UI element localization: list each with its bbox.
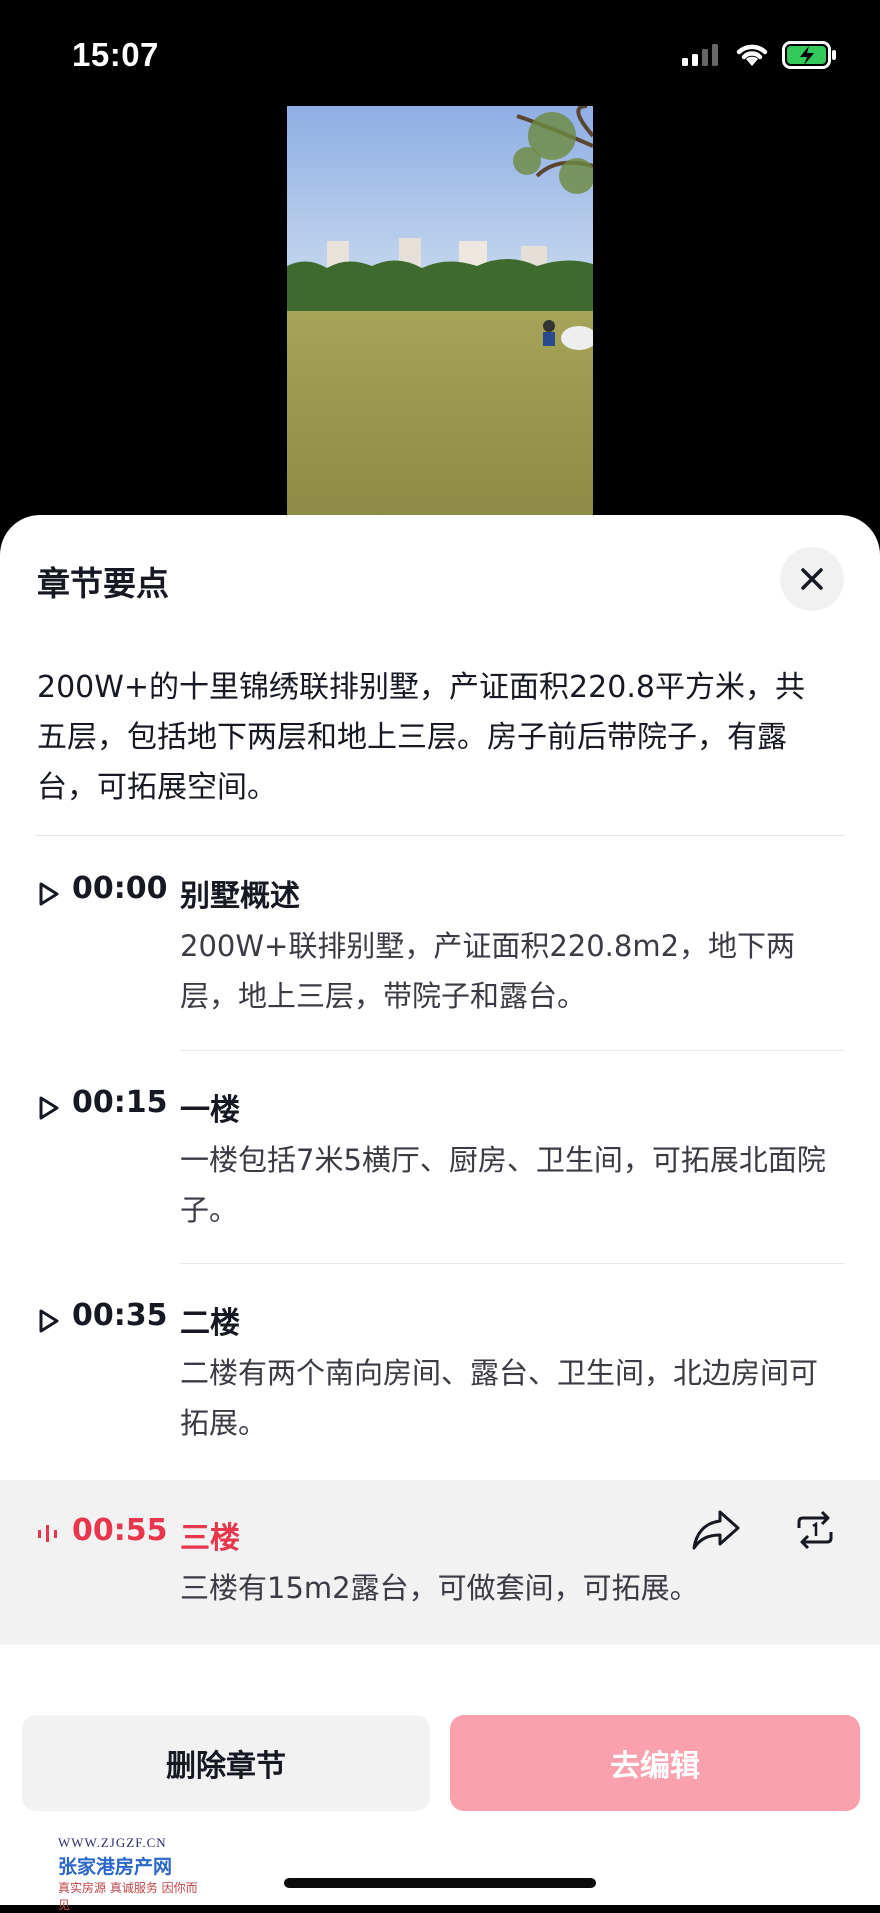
chapter-time[interactable]: 00:35 <box>72 1298 168 1333</box>
chapter-title: 二楼 <box>180 1306 240 1341</box>
watermark-slogan: 真实房源 真诚服务 因你而见 <box>58 1881 198 1912</box>
chapter-time[interactable]: 00:00 <box>72 871 168 906</box>
replay-loop-icon[interactable] <box>793 1508 837 1552</box>
cellular-signal-icon <box>682 44 718 66</box>
divider <box>180 1263 845 1264</box>
watermark-logo: WWW.ZJGZF.CN 张家港房产网 真实房源 真诚服务 因你而见 <box>58 1835 208 1913</box>
chapter-title: 三楼 <box>180 1521 240 1556</box>
chapter-title: 别墅概述 <box>180 879 300 914</box>
chapter-description: 一楼包括7米5横厅、厨房、卫生间，可拓展北面院子。 <box>180 1143 826 1227</box>
wifi-icon <box>736 44 768 66</box>
chapter-time[interactable]: 00:15 <box>72 1085 168 1120</box>
watermark-url: WWW.ZJGZF.CN <box>58 1835 167 1850</box>
battery-charging-icon <box>782 41 836 69</box>
play-icon <box>39 882 59 906</box>
chapter-title: 一楼 <box>180 1093 240 1128</box>
watermark-brand: 张家港房产网 <box>58 1856 173 1878</box>
chapter-description: 三楼有15m2露台，可做套间，可拓展。 <box>180 1571 699 1605</box>
close-button[interactable] <box>780 547 844 611</box>
home-indicator[interactable] <box>284 1878 596 1888</box>
chapter-description: 200W+联排别墅，产证面积220.8m2，地下两层，地上三层，带院子和露台。 <box>180 929 796 1013</box>
chapter-summary: 200W+的十里锦绣联排别墅，产证面积220.8平方米，共五层，包括地下两层和地… <box>37 670 805 805</box>
close-icon <box>801 568 823 590</box>
play-icon <box>39 1096 59 1120</box>
chapter-time[interactable]: 00:55 <box>72 1513 168 1548</box>
divider <box>35 835 845 836</box>
chapter-description: 二楼有两个南向房间、露台、卫生间，北边房间可拓展。 <box>180 1356 819 1440</box>
go-edit-button[interactable]: 去编辑 <box>450 1715 860 1811</box>
playing-bars-icon <box>38 1525 57 1542</box>
divider <box>180 1050 845 1051</box>
status-bar: 15:07 <box>0 0 880 100</box>
video-frame <box>287 106 593 526</box>
sheet-title: 章节要点 <box>37 564 169 603</box>
play-icon <box>39 1309 59 1333</box>
share-icon[interactable] <box>690 1508 742 1552</box>
chapter-sheet: 章节要点 200W+的十里锦绣联排别墅，产证面积220.8平方米，共五层，包括地… <box>0 515 880 1912</box>
video-player[interactable] <box>287 106 593 526</box>
delete-chapter-button[interactable]: 删除章节 <box>22 1715 430 1811</box>
status-time: 15:07 <box>72 36 159 73</box>
